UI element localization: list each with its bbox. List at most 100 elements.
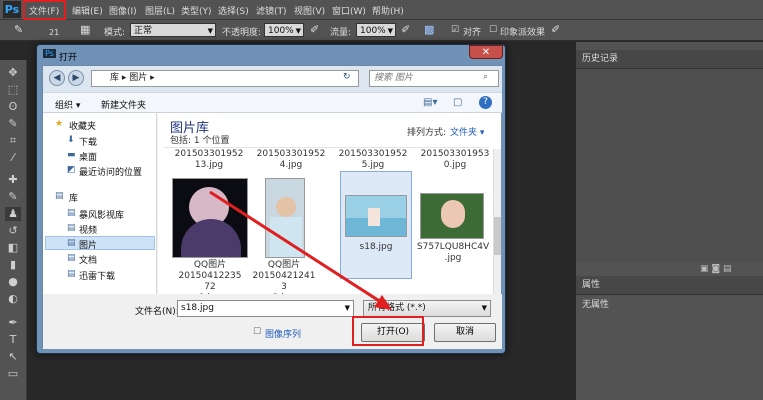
eraser-icon[interactable]: ◧: [5, 241, 21, 255]
impressionist-checkbox[interactable]: ☐: [489, 25, 497, 35]
pattern-icon[interactable]: ▩: [424, 23, 434, 36]
scrollbar-thumb[interactable]: [494, 217, 501, 255]
menu-image[interactable]: 图像(I): [109, 4, 137, 17]
history-actions-icon[interactable]: ▣ ◙ ▤: [700, 264, 731, 274]
menu-view[interactable]: 视图(V): [294, 4, 325, 17]
nav-documents[interactable]: 文档: [79, 253, 97, 266]
dialog-ps-icon: Ps: [43, 49, 56, 58]
menu-select[interactable]: 选择(S): [218, 4, 249, 17]
mode-dropdown[interactable]: 正常 ▼: [130, 23, 216, 37]
move-tool-icon[interactable]: ✥: [5, 66, 21, 80]
nav-baofeng[interactable]: 暴风影视库: [79, 208, 124, 221]
menu-filter[interactable]: 滤镜(T): [256, 4, 287, 17]
menu-window[interactable]: 窗口(W): [332, 4, 366, 17]
sequence-label: 图像序列: [265, 330, 302, 340]
xunlei-icon: ▤: [67, 269, 76, 279]
address-bar: ◀ ▶ 库 ▸ 图片 ▸ ↻ 搜索 图片 ⌕: [43, 66, 502, 92]
filetype-dropdown[interactable]: 所有格式 (*.*) ▼: [363, 300, 491, 317]
nav-pictures[interactable]: 图片: [79, 238, 97, 251]
cancel-button[interactable]: 取消: [434, 323, 496, 342]
file-top-1[interactable]: 201503301952 13.jpg: [172, 149, 246, 171]
view-options-icon[interactable]: ▤▾: [423, 97, 437, 108]
nav-downloads[interactable]: 下载: [79, 135, 97, 148]
close-button[interactable]: ✕: [469, 45, 503, 59]
nav-libraries[interactable]: 库: [69, 191, 78, 204]
search-placeholder: 搜索 图片: [374, 73, 413, 83]
properties-panel-tab[interactable]: 属性: [576, 276, 763, 295]
filename-dropdown-icon[interactable]: ▼: [345, 301, 350, 316]
refresh-icon[interactable]: ↻: [343, 72, 351, 82]
dodge-icon[interactable]: ◐: [5, 292, 21, 306]
gradient-icon[interactable]: ▮: [5, 258, 21, 272]
healing-brush-icon[interactable]: ✚: [5, 173, 21, 187]
thumb-qq-1-shoulders: [181, 219, 241, 257]
filetype-value: 所有格式 (*.*): [368, 303, 426, 313]
sequence-checkbox[interactable]: ☐: [253, 327, 261, 337]
file-s18[interactable]: s18.jpg: [338, 242, 414, 253]
help-icon[interactable]: ?: [479, 96, 492, 109]
nav-desktop[interactable]: 桌面: [79, 150, 97, 163]
menu-edit[interactable]: 编辑(E): [72, 4, 103, 17]
nav-favorites[interactable]: 收藏夹: [69, 119, 96, 132]
search-input[interactable]: 搜索 图片: [369, 70, 499, 87]
forward-button[interactable]: ▶: [68, 70, 84, 86]
tablet-pressure-icon[interactable]: ✐: [551, 23, 560, 36]
organize-button[interactable]: 组织 ▾: [55, 98, 80, 111]
filetype-dropdown-icon: ▼: [481, 304, 487, 312]
nav-recent[interactable]: 最近访问的位置: [79, 165, 142, 178]
marquee-tool-icon[interactable]: ⬚: [5, 83, 21, 97]
file-top-2[interactable]: 201503301952 4.jpg: [254, 149, 328, 171]
file-top-4[interactable]: 201503301953 0.jpg: [418, 149, 492, 171]
nav-videos[interactable]: 视频: [79, 223, 97, 236]
quick-select-icon[interactable]: ✎: [5, 117, 21, 131]
path-select-icon[interactable]: ↖: [5, 350, 21, 364]
blur-icon[interactable]: ●: [5, 275, 21, 289]
lasso-tool-icon[interactable]: ʘ: [5, 100, 21, 114]
menu-help[interactable]: 帮助(H): [372, 4, 404, 17]
preview-pane-icon[interactable]: ▢: [453, 97, 462, 108]
content-divider: [164, 147, 489, 148]
flow-input[interactable]: 100% ▼: [356, 23, 396, 37]
airbrush-icon[interactable]: ✐: [401, 23, 410, 36]
arrange-dropdown[interactable]: 文件夹 ▾: [450, 125, 484, 138]
opacity-input[interactable]: 100% ▼: [264, 23, 304, 37]
right-panels: 历史记录 ▣ ◙ ▤ 属性 无属性: [576, 42, 763, 400]
thumb-s18[interactable]: [345, 195, 407, 237]
nav-xunlei[interactable]: 迅雷下载: [79, 269, 115, 282]
stamp-tool-icon[interactable]: ♟: [5, 207, 21, 221]
history-panel-tab[interactable]: 历史记录: [576, 50, 763, 69]
thumb-s757[interactable]: [420, 193, 484, 239]
crop-tool-icon[interactable]: ⌗: [5, 134, 21, 148]
pressure-opacity-icon[interactable]: ✐: [310, 23, 319, 36]
thumb-qq-2[interactable]: [265, 178, 305, 258]
filename-input[interactable]: s18.jpg ▼: [177, 300, 354, 317]
menu-layer[interactable]: 图层(L): [145, 4, 175, 17]
eyedropper-icon[interactable]: ⁄: [5, 151, 21, 165]
new-folder-button[interactable]: 新建文件夹: [101, 98, 146, 111]
thumb-qq-1[interactable]: [172, 178, 248, 258]
filename-label: 文件名(N):: [135, 307, 179, 317]
open-button-highlight: [352, 316, 424, 346]
pen-tool-icon[interactable]: ✒: [5, 316, 21, 330]
menu-type[interactable]: 类型(Y): [181, 4, 212, 17]
type-tool-icon[interactable]: T: [5, 333, 21, 347]
file-top-3[interactable]: 201503301952 5.jpg: [336, 149, 410, 171]
breadcrumb[interactable]: 库 ▸ 图片 ▸: [91, 70, 359, 87]
history-brush-icon[interactable]: ↺: [5, 224, 21, 238]
scrollbar[interactable]: [493, 149, 501, 294]
filename-value: s18.jpg: [181, 303, 214, 313]
tools-panel: ✥ ⬚ ʘ ✎ ⌗ ⁄ ✚ ✎ ♟ ↺ ◧ ▮ ● ◐ ✒ T ↖ ▭: [0, 60, 27, 400]
thumb-s757-face: [441, 200, 465, 228]
shape-tool-icon[interactable]: ▭: [5, 367, 21, 381]
brush-panel-icon[interactable]: ▦: [80, 23, 90, 36]
back-button[interactable]: ◀: [49, 70, 65, 86]
brush-tool-icon[interactable]: ✎: [14, 23, 23, 36]
align-checkbox[interactable]: ☑: [451, 25, 459, 35]
brush-tool-icon[interactable]: ✎: [5, 190, 21, 204]
dialog-footer: 文件名(N): s18.jpg ▼ 所有格式 (*.*) ▼ ☐ 图像序列 打开(O…: [43, 294, 502, 349]
brush-size[interactable]: 21: [49, 28, 59, 37]
nav-selected-highlight: [45, 236, 155, 250]
file-menu-highlight: [23, 0, 66, 20]
file-s757[interactable]: S757LQU8HC4V .jpg: [414, 242, 492, 264]
library-icon: ▤: [55, 191, 64, 201]
